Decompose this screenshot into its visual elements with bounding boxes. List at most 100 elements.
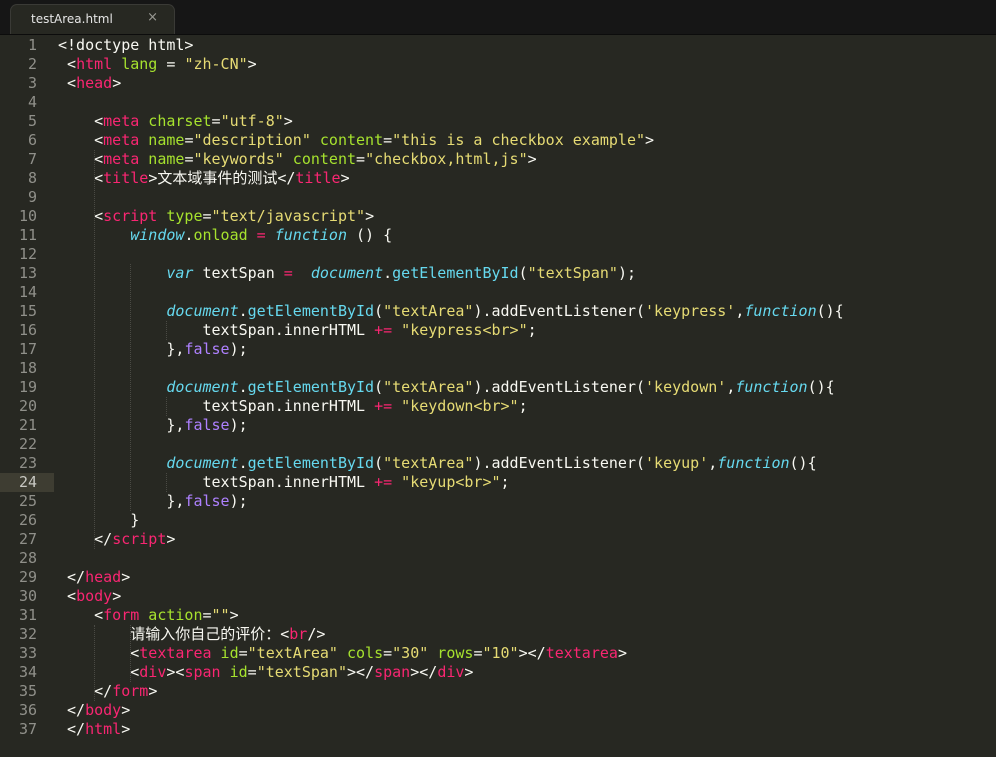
code-token: "keypress<br>" <box>401 321 528 339</box>
code-token: </ <box>58 530 113 548</box>
line-number: 13 <box>18 264 37 282</box>
code-line[interactable]: 15 document.getElementById("textArea").a… <box>0 302 996 321</box>
code-token: getElementById <box>247 454 375 472</box>
line-number: 27 <box>18 530 37 548</box>
code-line[interactable]: 22 <box>0 435 996 454</box>
code-line[interactable]: 6 <meta name="description" content="this… <box>0 131 996 150</box>
code-token: > <box>121 720 131 738</box>
code-line[interactable]: 10 <script type="text/javascript"> <box>0 207 996 226</box>
code-token: 'keyup' <box>645 454 709 472</box>
code-token: </ <box>58 720 86 738</box>
code-line[interactable]: 33 <textarea id="textArea" cols="30" row… <box>0 644 996 663</box>
line-number: 20 <box>18 397 37 415</box>
code-token: document <box>166 302 239 320</box>
code-token: body <box>85 701 122 719</box>
code-line[interactable]: 1 <!doctype html> <box>0 36 996 55</box>
code-token: false <box>184 416 230 434</box>
code-line[interactable]: 12 <box>0 245 996 264</box>
code-line[interactable]: 20 textSpan.innerHTML += "keydown<br>"; <box>0 397 996 416</box>
code-line[interactable]: 34 <div><span id="textSpan"></span></div… <box>0 663 996 682</box>
code-token: script <box>103 207 158 225</box>
code-line[interactable]: 18 <box>0 359 996 378</box>
code-token: . <box>238 378 248 396</box>
code-token: head <box>76 74 113 92</box>
code-text: <html lang = "zh-CN"> <box>58 55 257 74</box>
code-token: charset <box>139 112 212 130</box>
code-token: += <box>374 473 393 491</box>
code-token: > <box>166 530 176 548</box>
code-token: </ <box>58 682 113 700</box>
code-line[interactable]: 17 },false); <box>0 340 996 359</box>
code-line[interactable]: 21 },false); <box>0 416 996 435</box>
code-line[interactable]: 4 <box>0 93 996 112</box>
code-line[interactable]: 16 textSpan.innerHTML += "keypress<br>"; <box>0 321 996 340</box>
code-token: < <box>58 207 104 225</box>
code-token: = <box>283 264 293 282</box>
code-text: textSpan.innerHTML += "keyup<br>"; <box>58 473 509 492</box>
code-line[interactable]: 23 document.getElementById("textArea").a… <box>0 454 996 473</box>
code-line[interactable]: 24 textSpan.innerHTML += "keyup<br>"; <box>0 473 996 492</box>
code-token: "text/javascript" <box>211 207 366 225</box>
code-text: <!doctype html> <box>58 36 193 55</box>
code-token: false <box>184 492 230 510</box>
code-line[interactable]: 2 <html lang = "zh-CN"> <box>0 55 996 74</box>
code-line[interactable]: 37 </html> <box>0 720 996 739</box>
tab-bar: testArea.html × <box>0 0 996 35</box>
code-editor[interactable]: 1 <!doctype html> 2 <html lang = "zh-CN"> 3… <box>0 35 996 757</box>
code-line[interactable]: 19 document.getElementById("textArea").a… <box>0 378 996 397</box>
code-line[interactable]: 31 <form action=""> <box>0 606 996 625</box>
code-line[interactable]: 30 <body> <box>0 587 996 606</box>
code-text: },false); <box>58 492 247 511</box>
code-token: ); <box>229 416 248 434</box>
code-text: <title>文本域事件的测试</title> <box>58 169 349 188</box>
code-token: ; <box>518 397 528 415</box>
tab-testarea[interactable]: testArea.html × <box>10 4 175 34</box>
code-token: > <box>365 207 375 225</box>
code-token: ></ <box>518 644 546 662</box>
code-token: = <box>202 207 212 225</box>
code-token: < <box>58 55 77 73</box>
code-token: onload <box>193 226 248 244</box>
code-line[interactable]: 7 <meta name="keywords" content="checkbo… <box>0 150 996 169</box>
line-number: 35 <box>18 682 37 700</box>
code-text: textSpan.innerHTML += "keydown<br>"; <box>58 397 528 416</box>
code-line[interactable]: 8 <title>文本域事件的测试</title> <box>0 169 996 188</box>
code-token: > <box>121 701 131 719</box>
code-token: } <box>58 511 140 529</box>
line-number: 34 <box>18 663 37 681</box>
code-line[interactable]: 13 var textSpan = document.getElementByI… <box>0 264 996 283</box>
code-token: head <box>85 568 122 586</box>
code-line[interactable]: 27 </script> <box>0 530 996 549</box>
code-token: > <box>229 606 239 624</box>
code-token: meta <box>103 131 140 149</box>
code-line[interactable]: 26 } <box>0 511 996 530</box>
code-text: document.getElementById("textArea").addE… <box>58 378 834 397</box>
code-token: getElementById <box>392 264 519 282</box>
close-icon[interactable]: × <box>147 10 158 25</box>
code-token: < <box>58 606 104 624</box>
code-token: "textArea" <box>247 644 338 662</box>
line-number: 26 <box>18 511 37 529</box>
code-text: <meta name="description" content="this i… <box>58 131 654 150</box>
code-line[interactable]: 5 <meta charset="utf-8"> <box>0 112 996 131</box>
code-line[interactable]: 36 </body> <box>0 701 996 720</box>
code-line[interactable]: 9 <box>0 188 996 207</box>
code-token: textSpan.innerHTML <box>58 473 375 491</box>
code-line[interactable]: 29 </head> <box>0 568 996 587</box>
code-token: . <box>238 302 248 320</box>
code-token: = <box>356 150 366 168</box>
code-line[interactable]: 35 </form> <box>0 682 996 701</box>
code-line[interactable]: 32 请输入你自己的评价：<br/> <box>0 625 996 644</box>
code-line[interactable]: 3 <head> <box>0 74 996 93</box>
code-line[interactable]: 14 <box>0 283 996 302</box>
code-line[interactable]: 11 window.onload = function () { <box>0 226 996 245</box>
code-token: . <box>383 264 393 282</box>
code-line[interactable]: 28 <box>0 549 996 568</box>
code-token: meta <box>103 112 140 130</box>
code-token: "textArea" <box>383 378 474 396</box>
code-line[interactable]: 25 },false); <box>0 492 996 511</box>
code-text: <meta charset="utf-8"> <box>58 112 293 131</box>
code-text: </form> <box>58 682 157 701</box>
